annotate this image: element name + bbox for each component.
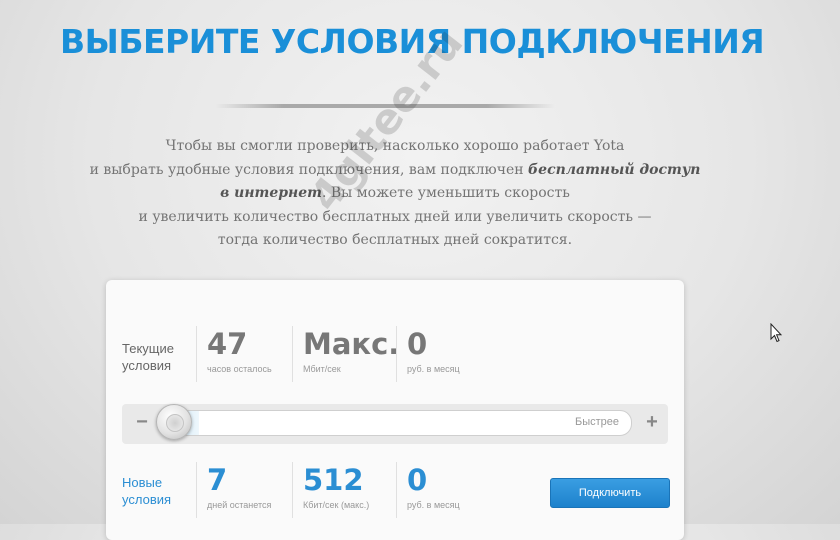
intro-text: Чтобы вы смогли проверить, насколько хор… <box>80 135 710 253</box>
intro-free-access-emphasis: бесплатный доступ <box>528 161 701 178</box>
new-terms-label: Новые условия <box>122 474 192 508</box>
intro-line-2: и выбрать удобные условия подключения, в… <box>80 159 710 183</box>
new-days-value: 7 <box>207 463 228 497</box>
increase-speed-button[interactable]: + <box>642 412 662 432</box>
intro-line-5: тогда количество бесплатных дней сократи… <box>217 232 573 248</box>
intro-line-3-text: . Вы можете уменьшить скорость <box>321 185 570 201</box>
current-speed-value: Макс. <box>303 327 400 361</box>
new-days-unit: дней останется <box>207 500 272 510</box>
connection-terms-panel: Текущие условия 47 часов осталось Макс. … <box>106 280 684 540</box>
new-terms-label-line2: условия <box>122 492 172 507</box>
intro-line-4: и увеличить количество бесплатных дней и… <box>138 208 652 225</box>
intro-line-3: в интернет. Вы можете уменьшить скорость <box>80 182 710 206</box>
decrease-speed-button[interactable]: − <box>132 412 152 432</box>
current-hours-value: 47 <box>207 327 248 361</box>
new-price-unit: руб. в месяц <box>407 500 460 510</box>
intro-internet-emphasis: в интернет <box>220 185 322 201</box>
current-speed-unit: Мбит/сек <box>303 364 341 374</box>
title-divider <box>215 104 555 108</box>
new-terms-label-line1: Новые <box>122 475 163 490</box>
new-speed-value: 512 <box>303 463 364 497</box>
mouse-pointer-icon <box>770 323 782 343</box>
current-terms-label-line1: Текущие <box>122 341 174 356</box>
intro-line-1: Чтобы вы смогли проверить, насколько хор… <box>165 138 625 154</box>
current-price: 0 руб. в месяц <box>396 326 460 382</box>
current-price-unit: руб. в месяц <box>407 364 460 374</box>
current-terms-label-line2: условия <box>122 358 172 373</box>
new-speed-unit: Кбит/сек (макс.) <box>303 500 370 510</box>
speed-slider-hint: Быстрее <box>574 416 619 428</box>
new-days: 7 дней останется <box>196 462 271 518</box>
current-price-value: 0 <box>407 327 428 361</box>
page-title: ВЫБЕРИТЕ УСЛОВИЯ ПОДКЛЮЧЕНИЯ <box>60 22 765 61</box>
current-hours-unit: часов осталось <box>207 364 272 374</box>
intro-line-2-text: и выбрать удобные условия подключения, в… <box>89 161 529 178</box>
speed-slider-track[interactable]: Быстрее <box>170 410 632 436</box>
current-terms-label: Текущие условия <box>122 340 192 374</box>
speed-slider-area: − Быстрее + <box>122 404 668 444</box>
new-speed: 512 Кбит/сек (макс.) <box>292 462 369 518</box>
new-price: 0 руб. в месяц <box>396 462 460 518</box>
current-hours: 47 часов осталось <box>196 326 272 382</box>
connect-button[interactable]: Подключить <box>550 478 670 508</box>
speed-slider-handle[interactable] <box>156 404 192 440</box>
new-price-value: 0 <box>407 463 428 497</box>
current-speed: Макс. Мбит/сек <box>292 326 399 382</box>
